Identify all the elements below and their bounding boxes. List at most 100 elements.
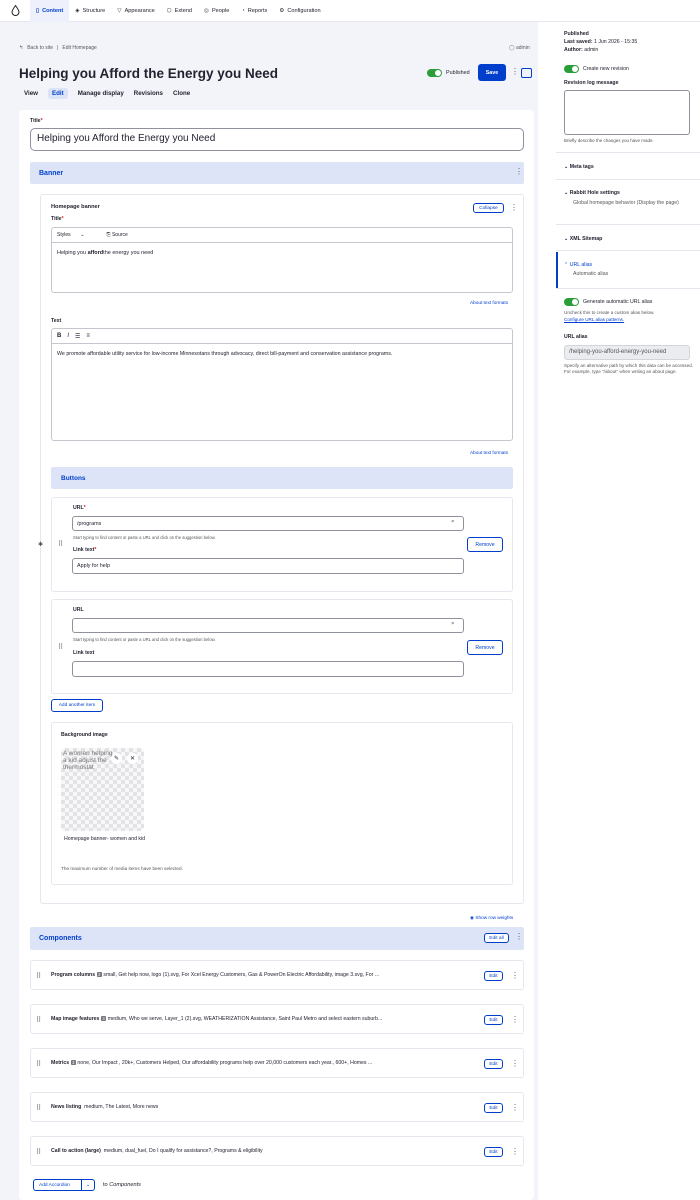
edit-all-button[interactable]: Edit all — [484, 933, 509, 943]
url-alias-toggle[interactable]: ⌃ URL alias — [564, 262, 592, 268]
tab-view[interactable]: View — [24, 90, 38, 99]
remove-button-1[interactable]: Remove — [467, 537, 503, 552]
link-text-label: Link text — [73, 650, 95, 656]
drag-handle-icon[interactable]: ⠿ — [58, 643, 63, 651]
drag-handle-icon[interactable]: ⠿ — [36, 972, 41, 980]
component-row: ⠿ News listing medium, The Latest, More … — [30, 1092, 524, 1122]
search-icon: ⌕ — [451, 620, 455, 627]
meta-sidebar: Published Last saved: 1 Jun 2026 - 15:35… — [556, 22, 700, 1200]
toolbar-structure[interactable]: ◈ Structure — [69, 0, 111, 22]
row-menu-icon[interactable]: ⋮ — [511, 1104, 519, 1112]
styles-dropdown[interactable]: Styles ⌄ — [57, 232, 85, 238]
toolbar-configuration[interactable]: ⚙ Configuration — [273, 0, 326, 22]
drag-handle-icon[interactable]: ⠿ — [36, 1060, 41, 1068]
toolbar-appearance[interactable]: ▽ Appearance — [111, 0, 160, 22]
row-menu-icon[interactable]: ⋮ — [511, 1016, 519, 1024]
published-toggle[interactable]: Published — [427, 69, 470, 77]
drag-handle-icon[interactable]: ⠿ — [36, 1148, 41, 1156]
toolbar-extend[interactable]: ⬡ Extend — [161, 0, 198, 22]
numbered-list-icon[interactable]: ≡ — [86, 333, 90, 339]
title-input[interactable]: Helping you Afford the Energy you Need — [30, 128, 524, 151]
tab-revisions[interactable]: Revisions — [134, 90, 163, 99]
more-actions-icon[interactable]: ⋮ — [511, 68, 519, 76]
alias-help: Specify an alternative path by which thi… — [564, 363, 693, 375]
save-button[interactable]: Save — [478, 64, 506, 81]
row-menu-icon[interactable]: ⋮ — [511, 1060, 519, 1068]
toolbar-content[interactable]: ▯ Content — [30, 0, 70, 22]
url-input-1[interactable]: /programs — [72, 516, 464, 531]
sidebar-toggle-icon[interactable] — [521, 68, 532, 78]
buttons-section-header[interactable]: Buttons — [51, 467, 513, 489]
people-icon: ◎ — [204, 7, 209, 14]
banner-section-header[interactable]: Banner — [30, 162, 524, 184]
structure-icon: ◈ — [75, 7, 80, 14]
generate-alias-toggle[interactable]: Generate automatic URL alias — [564, 298, 652, 306]
edit-button[interactable]: Edit — [484, 1147, 503, 1157]
about-text-formats-link[interactable]: About text formats — [470, 300, 508, 305]
collapse-button[interactable]: Collapse — [473, 203, 504, 213]
link-text-input-1[interactable]: Apply for help — [72, 558, 464, 574]
changed-marker-icon: ✱ — [38, 542, 44, 548]
toolbar-reports[interactable]: ◔ Reports — [235, 0, 273, 22]
components-section-header[interactable]: Components — [30, 927, 524, 950]
button-item-2 — [51, 599, 513, 694]
breadcrumb: ↰ Back to site | Edit Homepage — [19, 45, 97, 51]
page-title: Helping you Afford the Energy you Need — [19, 66, 279, 81]
new-revision-toggle[interactable]: Create new revision — [564, 65, 629, 73]
link-text-input-2[interactable] — [72, 661, 464, 677]
meta-tags-toggle[interactable]: ⌄ Meta tags — [564, 164, 594, 170]
row-menu-icon[interactable]: ⋮ — [511, 1148, 519, 1156]
banner-title-content[interactable]: Helping you affordthe energy you need — [57, 250, 153, 256]
drag-handle-icon[interactable]: ⠿ — [36, 1104, 41, 1112]
back-icon: ↰ — [19, 45, 24, 51]
edit-button[interactable]: Edit — [484, 1059, 503, 1069]
remove-button-2[interactable]: Remove — [467, 640, 503, 655]
source-button[interactable]: ⎘ Source — [107, 232, 128, 238]
link-text-label: Link text* — [73, 547, 97, 553]
edit-button[interactable]: Edit — [484, 971, 503, 981]
tab-clone[interactable]: Clone — [173, 90, 190, 99]
add-accordion-button[interactable]: Add Accordion ⌄ — [33, 1179, 95, 1191]
drag-handle-icon[interactable]: ⠿ — [58, 540, 63, 548]
drag-handle-icon[interactable]: ⠿ — [36, 1016, 41, 1024]
remove-media-icon[interactable]: ✕ — [127, 753, 138, 764]
chevron-down-icon[interactable]: ⌄ — [81, 1180, 94, 1190]
toolbar-people[interactable]: ◎ People — [198, 0, 235, 22]
text-content[interactable]: We promote affordable utility service fo… — [57, 351, 507, 357]
alias-input[interactable]: /helping-you-afford-energy-you-need — [564, 345, 690, 360]
tab-edit[interactable]: Edit — [48, 88, 68, 99]
tab-manage-display[interactable]: Manage display — [78, 90, 124, 99]
media-alt-text: A women helping a kid adjust the thermos… — [63, 750, 113, 772]
text-editor[interactable] — [51, 328, 513, 441]
eye-icon: ◉ — [470, 915, 475, 920]
revision-log-textarea[interactable] — [564, 90, 690, 135]
add-another-item-button[interactable]: Add another item — [51, 699, 103, 712]
generate-alias-help: Uncheck this to create a custom alias be… — [564, 310, 655, 315]
edit-button[interactable]: Edit — [484, 1015, 503, 1025]
local-tasks: View Edit Manage display Revisions Clone — [24, 88, 190, 99]
row-menu-icon[interactable]: ⋮ — [511, 972, 519, 980]
bg-image-label: Background image — [61, 732, 108, 738]
italic-icon[interactable]: I — [67, 333, 69, 339]
toggle-switch[interactable] — [427, 69, 442, 77]
url-input-2[interactable] — [72, 618, 464, 633]
components-menu-icon[interactable]: ⋮ — [515, 933, 523, 941]
user-menu[interactable]: ◯ admin — [509, 45, 530, 51]
paragraph-menu-icon[interactable]: ⋮ — [510, 204, 518, 212]
banner-menu-icon[interactable]: ⋮ — [515, 168, 523, 176]
about-text-formats-link-2[interactable]: About text formats — [470, 450, 508, 455]
xml-sitemap-toggle[interactable]: ⌄ XML Sitemap — [564, 236, 602, 242]
edit-button[interactable]: Edit — [484, 1103, 503, 1113]
toggle-switch[interactable] — [564, 298, 579, 306]
drupal-logo-icon[interactable] — [0, 5, 30, 16]
edit-media-icon[interactable]: ✎ — [111, 753, 122, 764]
url-label: URL* — [73, 505, 86, 511]
show-row-weights-link[interactable]: ◉ Show row weights — [470, 915, 513, 921]
back-to-site-link[interactable]: Back to site — [27, 45, 53, 51]
bold-icon[interactable]: B — [57, 333, 61, 339]
configure-patterns-link[interactable]: Configure URL alias patterns. — [564, 317, 624, 322]
rabbit-hole-toggle[interactable]: ⌄ Rabbit Hole settings — [564, 190, 620, 196]
bullet-list-icon[interactable]: ☰ — [75, 333, 80, 340]
toggle-switch[interactable] — [564, 65, 579, 73]
content-icon: ▯ — [36, 7, 40, 14]
